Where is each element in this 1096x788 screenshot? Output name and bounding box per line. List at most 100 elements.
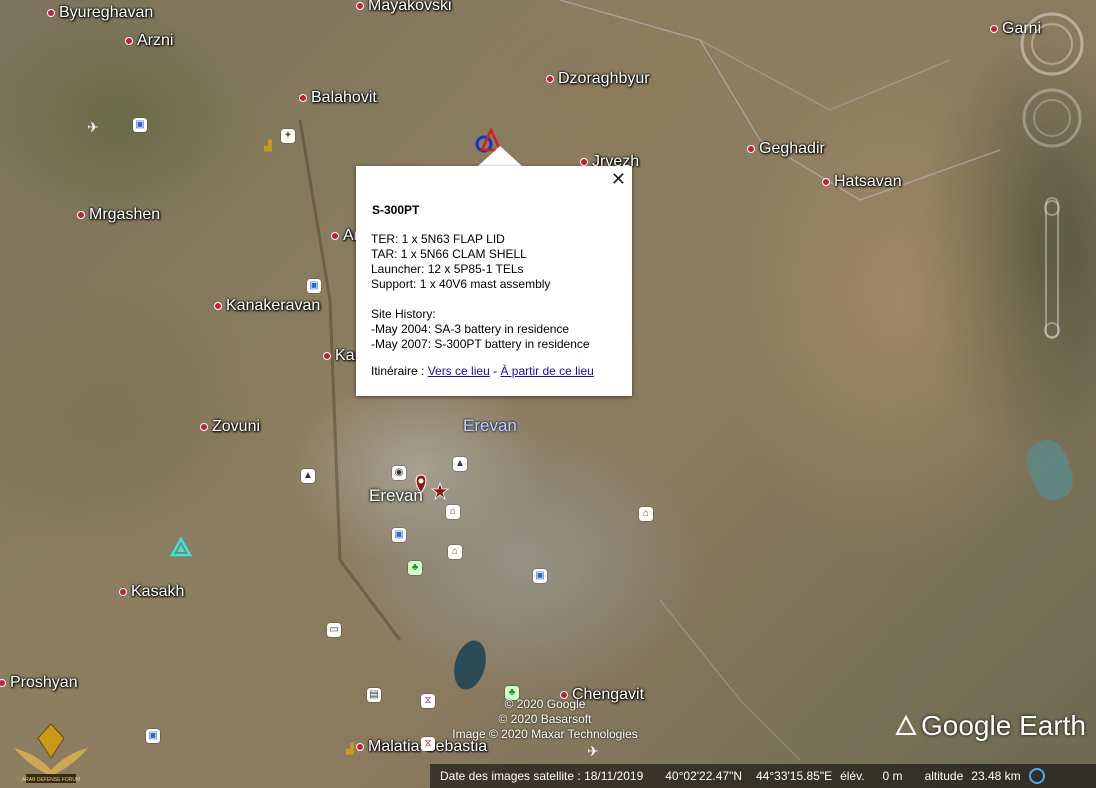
place-label: Proshyan — [10, 674, 78, 691]
move-joystick-icon — [1022, 88, 1082, 148]
place-hatsavan[interactable]: Hatsavan — [822, 173, 902, 191]
place-label: Hatsavan — [834, 173, 902, 190]
forum-watermark-logo: ARAB DEFENSE FORUM — [14, 723, 88, 783]
place-dot — [200, 423, 208, 431]
place-dot — [47, 9, 55, 17]
altitude-label: altitude — [924, 769, 964, 783]
place-dot — [125, 37, 133, 45]
district-label: Erevan — [463, 416, 517, 435]
place-dot — [77, 211, 85, 219]
status-bar: Date des images satellite : 18/11/2019 4… — [430, 764, 1096, 788]
camera-icon[interactable]: ◉ — [392, 466, 406, 480]
close-icon[interactable]: ✕ — [611, 170, 626, 188]
triangle-marker-icon[interactable] — [170, 537, 192, 557]
place-dot — [546, 75, 554, 83]
museum-icon[interactable]: ⌂ — [448, 545, 462, 559]
place-ar[interactable]: Ar — [331, 227, 359, 245]
cinema-icon[interactable]: ▤ — [367, 688, 381, 702]
shopping-icon[interactable]: ⧖ — [421, 694, 435, 708]
logo-text: Google Earth — [921, 710, 1086, 741]
zoom-slider-icon — [1045, 197, 1059, 339]
longitude: 44°33'15.85"E — [756, 769, 833, 783]
route-to-link[interactable]: Vers ce lieu — [428, 364, 490, 378]
copyright: © 2020 Google © 2020 Basarsoft Image © 2… — [440, 697, 650, 742]
place-kasakh[interactable]: Kasakh — [119, 583, 184, 601]
popup-line: Site History: — [371, 307, 436, 321]
place-dzoraghbyur[interactable]: Dzoraghbyur — [546, 70, 650, 88]
hotel-icon[interactable]: ▭ — [327, 623, 341, 637]
place-kar[interactable]: Kar — [323, 347, 360, 365]
navigation-controls[interactable] — [1018, 8, 1088, 348]
route-links: Itinéraire : Vers ce lieu - À partir de … — [371, 364, 594, 378]
place-dot — [747, 145, 755, 153]
popup-line: Launcher: 12 x 5P85-1 TELs — [371, 262, 524, 276]
industry-icon[interactable]: ▟ — [343, 743, 357, 757]
airport-icon[interactable]: ✈ — [586, 744, 600, 758]
place-label: Byureghavan — [59, 4, 154, 21]
copyright-line: © 2020 Google — [504, 697, 586, 711]
place-label: Dzoraghbyur — [558, 70, 650, 87]
popup-line: -May 2007: S-300PT battery in residence — [371, 337, 590, 351]
shopping-icon[interactable]: ⧖ — [421, 737, 435, 751]
look-joystick-icon — [1031, 23, 1073, 65]
route-label: Itinéraire : — [371, 364, 425, 378]
place-geghadir[interactable]: Geghadir — [747, 140, 825, 158]
latitude: 40°02'22.47"N — [665, 769, 742, 783]
place-label: Mayakovski — [368, 0, 452, 14]
education-icon[interactable]: ▲ — [301, 469, 315, 483]
bus-icon[interactable]: ▣ — [146, 729, 160, 743]
place-dot — [580, 158, 588, 166]
place-dot — [356, 743, 364, 751]
place-kanakeravan[interactable]: Kanakeravan — [214, 297, 320, 315]
bus-icon[interactable]: ▣ — [307, 279, 321, 293]
place-mayakovski[interactable]: Mayakovski — [356, 0, 452, 15]
place-mrgashen[interactable]: Mrgashen — [77, 206, 160, 224]
copyright-line: © 2020 Basarsoft — [498, 712, 592, 726]
place-dot — [0, 679, 6, 687]
place-dot — [214, 302, 222, 310]
airport-icon[interactable]: ✈ — [86, 120, 100, 134]
svg-text:ARAB DEFENSE FORUM: ARAB DEFENSE FORUM — [22, 777, 80, 783]
place-dot — [119, 588, 127, 596]
bus-icon[interactable]: ▣ — [133, 118, 147, 132]
landmark-icon[interactable]: ✦ — [281, 129, 295, 143]
place-label: Geghadir — [759, 140, 825, 157]
copyright-line: Image © 2020 Maxar Technologies — [452, 727, 638, 741]
altitude: 23.48 km — [971, 769, 1021, 783]
route-separator: - — [493, 364, 498, 378]
popup-line: -May 2004: SA-3 battery in residence — [371, 322, 570, 336]
place-arzni[interactable]: Arzni — [125, 32, 173, 50]
info-popup: ✕ S-300PT TER: 1 x 5N63 FLAP LID TAR: 1 … — [356, 166, 632, 396]
place-dot — [822, 178, 830, 186]
education-icon[interactable]: ▲ — [453, 457, 467, 471]
place-dot — [299, 94, 307, 102]
museum-icon[interactable]: ⌂ — [446, 505, 460, 519]
place-label: Balahovit — [311, 89, 377, 106]
bus-icon[interactable]: ▣ — [533, 569, 547, 583]
place-byureghavan[interactable]: Byureghavan — [47, 4, 153, 22]
place-dot — [356, 2, 364, 10]
place-proshyan[interactable]: Proshyan — [0, 674, 78, 692]
popup-title: S-300PT — [372, 203, 420, 217]
place-zovuni[interactable]: Zovuni — [200, 418, 260, 436]
popup-line: TAR: 1 x 5N66 CLAM SHELL — [371, 247, 527, 261]
park-icon[interactable]: ♣ — [408, 561, 422, 575]
place-label: Kasakh — [131, 583, 185, 600]
place-dot — [331, 232, 339, 240]
place-dot — [323, 352, 331, 360]
ge-triangle-icon — [895, 715, 917, 735]
route-from-link[interactable]: À partir de ce lieu — [500, 364, 593, 378]
loading-indicator-icon — [1028, 768, 1045, 784]
place-dot — [990, 25, 998, 33]
city-pin-icon[interactable] — [413, 473, 453, 503]
bus-icon[interactable]: ▣ — [392, 528, 406, 542]
industry-icon[interactable]: ▟ — [261, 140, 275, 154]
popup-pointer — [478, 146, 522, 166]
place-balahovit[interactable]: Balahovit — [299, 89, 377, 107]
popup-body: TER: 1 x 5N63 FLAP LID TAR: 1 x 5N66 CLA… — [371, 232, 590, 352]
museum-icon[interactable]: ⌂ — [639, 507, 653, 521]
place-label: Mrgashen — [89, 206, 161, 223]
google-earth-logo: Google Earth — [895, 710, 1086, 742]
popup-line: TER: 1 x 5N63 FLAP LID — [371, 232, 505, 246]
place-label: Arzni — [137, 32, 174, 49]
